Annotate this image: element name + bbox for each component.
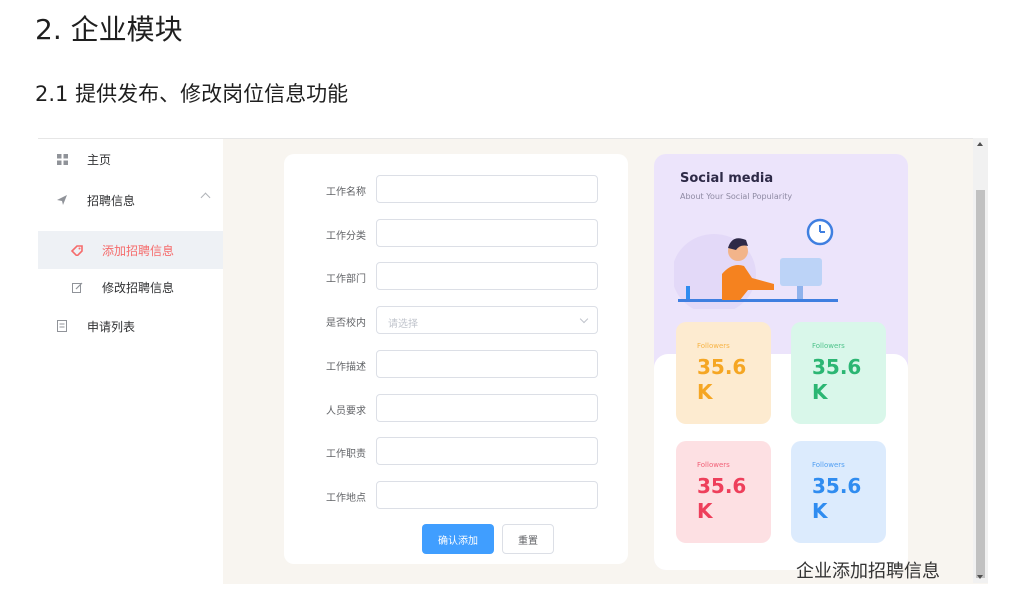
location-input[interactable] [376,481,598,509]
confirm-add-button[interactable]: 确认添加 [422,524,494,554]
field-label: 是否校内 [326,318,366,329]
scroll-down-arrow-icon[interactable] [977,575,983,579]
sidebar: 主页 招聘信息 添加招聘信息 修改招聘信息 申请列表 [38,139,223,584]
form-row-job-name: 工作名称 [284,175,628,205]
requirements-input[interactable] [376,394,598,422]
field-label: 工作职责 [326,449,366,460]
followers-tile: Followers 35.6 K [676,441,771,543]
tile-label: Followers [697,461,730,469]
responsibilities-input[interactable] [376,437,598,465]
sidebar-item-label: 添加招聘信息 [102,243,175,258]
form-row-department: 工作部门 [284,262,628,292]
recruitment-form: 工作名称 工作分类 工作部门 是否校内 请选择 工作描述 人员要求 工作职责 工… [284,154,628,564]
tag-icon [70,243,84,257]
vertical-scrollbar[interactable] [973,138,988,583]
person-at-computer-illustration [674,218,838,309]
form-row-requirements: 人员要求 [284,394,628,424]
document-icon [55,319,69,333]
field-label: 工作分类 [326,231,366,242]
field-label: 工作部门 [326,274,366,285]
section-heading: 2. 企业模块 [35,13,183,46]
sidebar-item-label: 申请列表 [87,319,136,334]
form-row-responsibilities: 工作职责 [284,437,628,467]
field-label: 工作名称 [326,187,366,198]
sidebar-item-home[interactable]: 主页 [38,140,223,178]
sidebar-item-label: 修改招聘信息 [102,280,175,295]
sidebar-item-label: 主页 [87,152,112,167]
tile-label: Followers [812,461,845,469]
form-row-description: 工作描述 [284,350,628,380]
social-subtitle: About Your Social Popularity [680,192,793,201]
department-input[interactable] [376,262,598,290]
followers-tile: Followers 35.6 K [791,441,886,543]
chevron-up-icon [200,192,211,203]
tile-value: 35.6 K [697,474,747,523]
sidebar-item-label: 招聘信息 [87,193,136,208]
tile-label: Followers [697,342,730,350]
tile-value: 35.6 K [697,355,747,404]
app-screenshot: 主页 招聘信息 添加招聘信息 修改招聘信息 申请列表 工作名称 工作分类 工作部… [38,138,988,584]
followers-tile: Followers 35.6 K [676,322,771,424]
scroll-up-arrow-icon[interactable] [977,142,983,146]
sidebar-item-recruitment[interactable]: 招聘信息 [38,181,223,219]
sidebar-item-add-recruitment[interactable]: 添加招聘信息 [38,231,223,269]
job-name-input[interactable] [376,175,598,203]
figure-caption: 企业添加招聘信息 [796,561,940,582]
edit-icon [70,280,84,294]
description-input[interactable] [376,350,598,378]
select-placeholder: 请选择 [388,319,418,330]
job-category-input[interactable] [376,219,598,247]
tile-label: Followers [812,342,845,350]
tile-value: 35.6 K [812,474,862,523]
form-row-on-campus: 是否校内 请选择 [284,306,628,336]
social-title: Social media [680,171,774,186]
form-row-location: 工作地点 [284,481,628,511]
followers-tile: Followers 35.6 K [791,322,886,424]
field-label: 人员要求 [326,406,366,417]
form-row-job-category: 工作分类 [284,219,628,249]
chevron-down-icon [579,314,589,324]
grid-icon [55,152,69,166]
social-media-card: Social media About Your Social Popularit… [654,154,908,570]
field-label: 工作地点 [326,493,366,504]
field-label: 工作描述 [326,362,366,373]
subsection-heading: 2.1 提供发布、修改岗位信息功能 [35,82,349,106]
on-campus-select[interactable]: 请选择 [376,306,598,334]
reset-button[interactable]: 重置 [502,524,554,554]
scrollbar-thumb[interactable] [976,190,985,578]
sidebar-item-applications[interactable]: 申请列表 [38,307,223,345]
tile-value: 35.6 K [812,355,862,404]
send-icon [55,193,69,207]
sidebar-item-edit-recruitment[interactable]: 修改招聘信息 [38,268,223,306]
